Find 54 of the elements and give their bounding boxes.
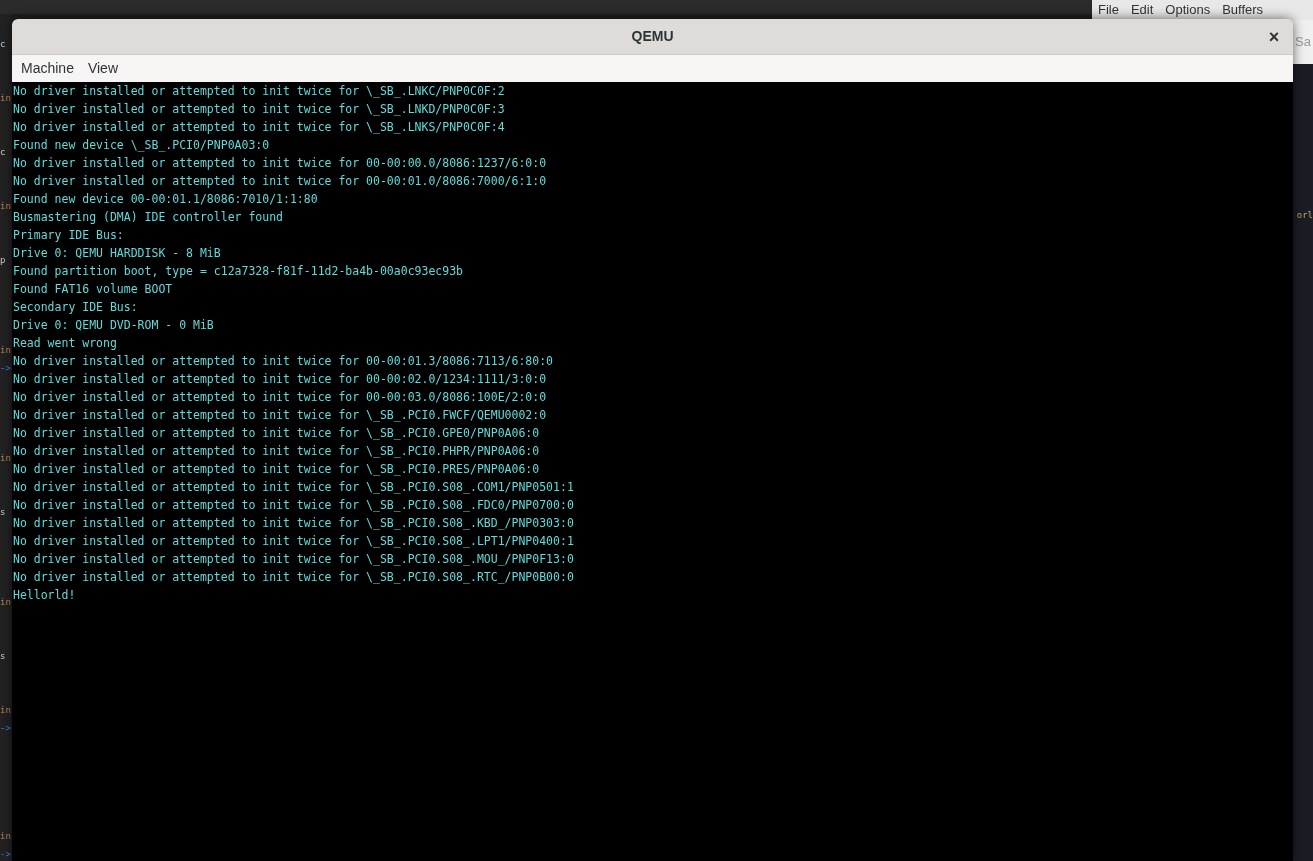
console-line: No driver installed or attempted to init twice for 00-00:00.0/8086:1237/6:0:0 xyxy=(13,155,547,172)
code-fragment: in xyxy=(0,831,11,841)
console-line: No driver installed or attempted to init twice for \_SB_.PCI0.FWCF/QEMU0002:0 xyxy=(13,407,547,424)
code-fragment: in xyxy=(0,201,11,211)
console-line: No driver installed or attempted to init twice for \_SB_.PCI0.S08_.LPT1/PNP0400:1 xyxy=(13,533,574,550)
console-line: Found new device 00-00:01.1/8086:7010/1:1:80 xyxy=(13,191,318,208)
code-fragment: in xyxy=(0,453,11,463)
console-line: Found FAT16 volume BOOT xyxy=(13,281,173,298)
menu-item[interactable]: Edit xyxy=(1130,0,1154,20)
console-line: Primary IDE Bus: xyxy=(13,227,124,244)
console-line: Hellorld! xyxy=(13,587,76,604)
code-fragment: s xyxy=(0,651,6,661)
console-line: No driver installed or attempted to init twice for 00-00:02.0/1234:1111/3:0:0 xyxy=(13,371,547,388)
window-title: QEMU xyxy=(631,27,674,46)
console-line: No driver installed or attempted to init twice for \_SB_.LNKC/PNP0C0F:2 xyxy=(13,83,505,100)
menu-item[interactable]: Buffers xyxy=(1222,0,1264,20)
close-button[interactable]: × xyxy=(1263,26,1285,48)
code-fragment: in xyxy=(0,93,11,103)
console-line: No driver installed or attempted to init twice for 00-00:03.0/8086:100E/2:0:0 xyxy=(13,389,547,406)
console-line: Drive 0: QEMU HARDDISK - 8 MiB xyxy=(13,245,221,262)
console-line: No driver installed or attempted to init twice for \_SB_.PCI0.S08_.RTC_/PNP0B00:0 xyxy=(13,569,574,586)
code-fragment: -> xyxy=(0,849,11,859)
console-line: Secondary IDE Bus: xyxy=(13,299,138,316)
menu-item[interactable]: Options xyxy=(1165,0,1211,20)
console-line: No driver installed or attempted to init twice for \_SB_.LNKD/PNP0C0F:3 xyxy=(13,101,505,118)
console-line: Found partition boot, type = c12a7328-f81f-11d2-ba4b-00a0c93ec93b xyxy=(13,263,464,280)
console-line: No driver installed or attempted to init twice for \_SB_.PCI0.PRES/PNP0A06:0 xyxy=(13,461,540,478)
menu-item[interactable]: Machine xyxy=(21,58,74,79)
console-line: Drive 0: QEMU DVD-ROM - 0 MiB xyxy=(13,317,214,334)
console-line: Found new device \_SB_.PCI0/PNP0A03:0 xyxy=(13,137,270,154)
toolbar-label: Sa xyxy=(1295,33,1311,52)
console-line: No driver installed or attempted to init twice for \_SB_.PCI0.GPE0/PNP0A06:0 xyxy=(13,425,540,442)
code-fragment: p xyxy=(0,255,6,265)
code-fragment: -> xyxy=(0,723,11,733)
console-line: No driver installed or attempted to init twice for \_SB_.PCI0.S08_.FDC0/PNP0700:0 xyxy=(13,497,574,514)
console-line: No driver installed or attempted to init twice for \_SB_.LNKS/PNP0C0F:4 xyxy=(13,119,505,136)
menu-item[interactable]: View xyxy=(87,58,118,79)
console-line: No driver installed or attempted to init twice for 00-00:01.3/8086:7113/6:80:0 xyxy=(13,353,554,370)
console-line: Read went wrong xyxy=(13,335,117,352)
code-fragment: in xyxy=(0,705,11,715)
console-line: Busmastering (DMA) IDE controller found xyxy=(13,209,284,226)
code-fragment: -> xyxy=(0,363,11,373)
console-line: No driver installed or attempted to init twice for \_SB_.PCI0.S08_.COM1/PNP0501:1 xyxy=(13,479,574,496)
code-fragment: in xyxy=(0,597,11,607)
code-fragment: s xyxy=(0,507,6,517)
console-line: No driver installed or attempted to init twice for \_SB_.PCI0.PHPR/PNP0A06:0 xyxy=(13,443,540,460)
console-line: No driver installed or attempted to init twice for \_SB_.PCI0.S08_.MOU_/PNP0F13:0 xyxy=(13,551,574,568)
code-fragment: c xyxy=(0,147,6,157)
code-fragment: c xyxy=(0,39,6,49)
console-line: No driver installed or attempted to init twice for 00-00:01.0/8086:7000/6:1:0 xyxy=(13,173,547,190)
menu-item[interactable]: File xyxy=(1098,0,1119,20)
code-fragment: in xyxy=(0,345,11,355)
console-line: No driver installed or attempted to init twice for \_SB_.PCI0.S08_.KBD_/PNP0303:0 xyxy=(13,515,574,532)
code-fragment: orl xyxy=(1296,209,1313,222)
